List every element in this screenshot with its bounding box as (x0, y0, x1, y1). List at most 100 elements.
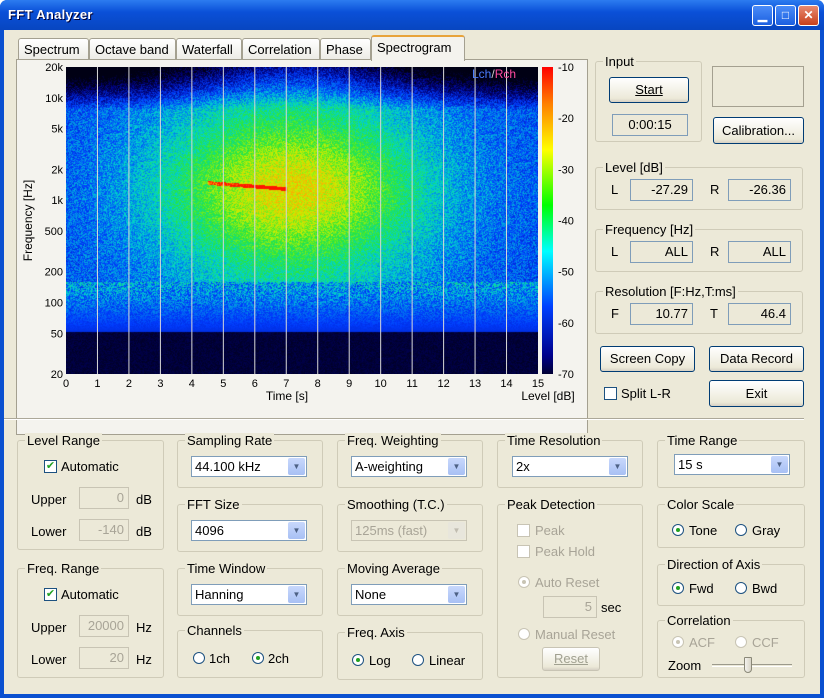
split-lr-label: Split L-R (621, 386, 671, 401)
tab-spectrogram[interactable]: Spectrogram (371, 35, 465, 61)
zoom-slider-track[interactable] (712, 664, 792, 667)
frequency-group-label: Frequency [Hz] (603, 222, 696, 237)
exit-button[interactable]: Exit (709, 380, 804, 407)
colorbar-tick-label: -40 (558, 216, 574, 228)
tab-waterfall[interactable]: Waterfall (176, 38, 242, 60)
level-r-label: R (710, 182, 720, 197)
smoothing-value: 125ms (fast) (355, 523, 428, 538)
auto-reset-radio[interactable] (518, 576, 530, 588)
zoom-slider-thumb[interactable] (744, 657, 752, 673)
direction-bwd-radio[interactable] (735, 582, 747, 594)
y-tick-label: 200 (45, 267, 63, 279)
x-tick-label: 9 (346, 378, 352, 390)
freq-weighting-select[interactable]: A-weighting ▼ (351, 456, 467, 477)
manual-reset-radio[interactable] (518, 628, 530, 640)
freq-axis-linear-label: Linear (429, 653, 466, 668)
time-window-select[interactable]: Hanning ▼ (191, 584, 307, 605)
x-tick-label: 10 (375, 378, 387, 390)
level-range-label: Level Range (25, 433, 102, 448)
peak-hold-label: Peak Hold (535, 544, 595, 559)
fft-size-select[interactable]: 4096 ▼ (191, 520, 307, 541)
moving-average-select[interactable]: None ▼ (351, 584, 467, 605)
input-indicator (712, 66, 804, 107)
close-icon: ✕ (803, 8, 814, 22)
chart-axes: 0 1 2 3 4 5 6 7 8 9 10 11 12 13 14 1520k10k5k2k1k500200… (21, 63, 575, 403)
sampling-rate-select[interactable]: 44.100 kHz ▼ (191, 456, 307, 477)
start-button[interactable]: Start (609, 77, 689, 103)
close-button[interactable]: ✕ (798, 5, 819, 26)
level-r-value: -26.36 (728, 179, 791, 201)
chevron-down-icon: ▼ (771, 456, 788, 473)
reset-button[interactable]: Reset (542, 647, 600, 671)
time-range-label: Time Range (665, 433, 740, 448)
level-lower-label: Lower (31, 524, 67, 539)
chevron-down-icon: ▼ (609, 458, 626, 475)
level-upper-input[interactable]: 0 (79, 487, 129, 509)
moving-average-value: None (355, 587, 387, 602)
x-tick-label: 8 (315, 378, 321, 390)
correlation-acf-radio[interactable] (672, 636, 684, 648)
smoothing-select[interactable]: 125ms (fast) ▼ (351, 520, 467, 541)
freq-auto-label: Automatic (61, 587, 119, 602)
peak-hold-checkbox[interactable] (517, 545, 530, 558)
channels-2ch-radio[interactable] (252, 652, 264, 664)
frequency-r-label: R (710, 244, 720, 259)
x-tick-label: 14 (500, 378, 512, 390)
auto-reset-seconds[interactable]: 5 (543, 596, 597, 618)
correlation-acf-label: ACF (689, 635, 715, 650)
chevron-down-icon: ▼ (288, 522, 305, 539)
minimize-button[interactable]: ▁ (752, 5, 773, 26)
calibration-button[interactable]: Calibration... (713, 117, 804, 144)
time-resolution-select[interactable]: 2x ▼ (512, 456, 628, 477)
freq-auto-checkbox[interactable]: ✔ (44, 588, 57, 601)
chevron-down-icon: ▼ (448, 458, 465, 475)
channels-1ch-radio[interactable] (193, 652, 205, 664)
elapsed-time: 0:00:15 (612, 114, 688, 136)
color-tone-radio[interactable] (672, 524, 684, 536)
freq-axis-linear-radio[interactable] (412, 654, 424, 666)
freq-axis-log-label: Log (369, 653, 391, 668)
app-window: FFT Analyzer ▁ □ ✕ Spectrum Octave band … (0, 0, 824, 698)
level-auto-checkbox[interactable]: ✔ (44, 460, 57, 473)
title-bar[interactable]: FFT Analyzer ▁ □ ✕ (0, 0, 824, 30)
tab-phase[interactable]: Phase (320, 38, 371, 60)
y-tick-label: 1k (51, 195, 63, 207)
freq-axis-log-radio[interactable] (352, 654, 364, 666)
x-tick-label: 0 (63, 378, 69, 390)
x-tick-label: 1 (94, 378, 100, 390)
channels-label: Channels (185, 623, 244, 638)
freq-lower-input[interactable]: 20 (79, 647, 129, 669)
tab-octave-band[interactable]: Octave band (89, 38, 176, 60)
color-gray-label: Gray (752, 523, 781, 538)
screen-copy-button[interactable]: Screen Copy (600, 346, 695, 372)
tab-spectrum[interactable]: Spectrum (18, 38, 89, 60)
peak-checkbox[interactable] (517, 524, 530, 537)
chevron-down-icon: ▼ (448, 586, 465, 603)
separator (4, 418, 804, 420)
sampling-rate-label: Sampling Rate (185, 433, 275, 448)
level-auto-label: Automatic (61, 459, 119, 474)
resolution-t-label: T (710, 306, 718, 321)
time-range-select[interactable]: 15 s ▼ (674, 454, 790, 475)
legend-rch: Rch (494, 67, 517, 81)
direction-fwd-radio[interactable] (672, 582, 684, 594)
color-gray-radio[interactable] (735, 524, 747, 536)
colorbar-label: Level [dB] (521, 389, 574, 403)
x-axis-label: Time [s] (266, 389, 308, 403)
freq-upper-label: Upper (31, 620, 67, 635)
level-lower-input[interactable]: -140 (79, 519, 129, 541)
freq-upper-input[interactable]: 20000 (79, 615, 129, 637)
level-upper-unit: dB (136, 492, 152, 507)
y-tick-label: 500 (45, 226, 63, 238)
correlation-ccf-radio[interactable] (735, 636, 747, 648)
y-tick-label: 2k (51, 164, 63, 176)
direction-bwd-label: Bwd (752, 581, 778, 596)
auto-reset-unit: sec (601, 600, 622, 615)
data-record-button[interactable]: Data Record (709, 346, 804, 372)
manual-reset-label: Manual Reset (535, 627, 616, 642)
tab-correlation[interactable]: Correlation (242, 38, 320, 60)
freq-range-label: Freq. Range (25, 561, 102, 576)
split-lr-checkbox[interactable] (604, 387, 617, 400)
maximize-button[interactable]: □ (775, 5, 796, 26)
client-area: Spectrum Octave band Waterfall Correlati… (4, 30, 820, 694)
